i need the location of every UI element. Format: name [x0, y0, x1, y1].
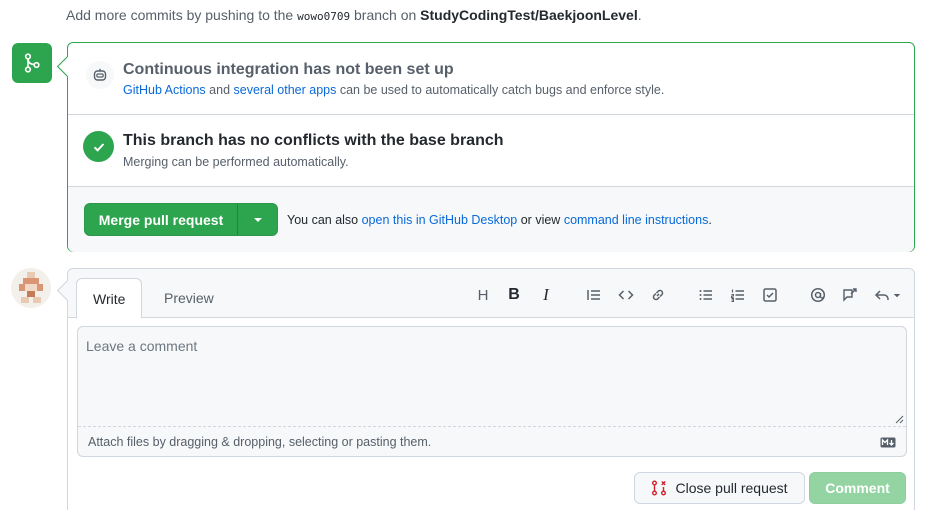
ci-status-row: Continuous integration has not been set …: [68, 43, 914, 115]
link-icon[interactable]: [648, 285, 668, 305]
markdown-icon[interactable]: [880, 435, 896, 451]
task-list-icon[interactable]: [760, 285, 780, 305]
close-pull-request-button[interactable]: Close pull request: [634, 472, 805, 504]
mention-icon[interactable]: [808, 285, 828, 305]
resize-handle-icon[interactable]: [895, 415, 904, 424]
comment-button[interactable]: Comment: [809, 472, 906, 504]
ci-desc-rest: can be used to automatically catch bugs …: [339, 83, 665, 97]
attach-files-hint[interactable]: Attach files by dragging & dropping, sel…: [88, 435, 431, 449]
quote-icon[interactable]: [584, 285, 604, 305]
robot-icon: [86, 61, 114, 89]
ci-and: and: [209, 83, 231, 97]
check-icon: [83, 131, 114, 162]
comment-textarea[interactable]: [78, 327, 906, 426]
avatar[interactable]: [11, 268, 51, 308]
repo-name[interactable]: StudyCodingTest/BaekjoonLevel: [420, 7, 638, 23]
tab-write[interactable]: Write: [76, 278, 143, 319]
numbered-list-icon[interactable]: [728, 285, 748, 305]
close-pull-request-label: Close pull request: [675, 480, 788, 496]
push-hint-suffix: .: [637, 7, 642, 23]
push-hint-middle: branch on: [354, 7, 417, 23]
or-view: or view: [520, 213, 561, 227]
merge-button-group: Merge pull request: [84, 203, 278, 236]
merge-alternatives: You can also open this in GitHub Desktop…: [287, 213, 712, 227]
github-desktop-link[interactable]: open this in GitHub Desktop: [362, 213, 518, 227]
github-actions-link[interactable]: GitHub Actions: [123, 83, 206, 97]
conflicts-description: Merging can be performed automatically.: [123, 155, 349, 169]
push-hint-prefix: Add more commits by pushing to the: [66, 7, 294, 23]
merge-box: Continuous integration has not been set …: [67, 42, 915, 252]
branch-name: wowo0709: [297, 10, 351, 23]
ci-title: Continuous integration has not been set …: [123, 61, 454, 78]
italic-glyph: I: [543, 285, 549, 304]
merge-method-dropdown-button[interactable]: [238, 204, 277, 235]
comment-textarea-area: [78, 327, 906, 427]
italic-icon[interactable]: I: [536, 285, 556, 305]
comment-tabbar: Write Preview H B I: [68, 269, 914, 319]
cross-reference-icon[interactable]: [840, 285, 860, 305]
pull-request-closed-icon: [652, 480, 667, 496]
heading-glyph: H: [477, 286, 489, 304]
caret-down-icon: [253, 217, 262, 222]
code-icon[interactable]: [616, 285, 636, 305]
conflicts-row: This branch has no conflicts with the ba…: [68, 115, 914, 187]
ci-description: GitHub Actions and several other apps ca…: [123, 83, 664, 97]
merge-pull-request-button[interactable]: Merge pull request: [85, 204, 238, 235]
also-suffix: .: [708, 213, 712, 227]
git-merge-icon: [12, 43, 52, 83]
bold-icon[interactable]: B: [504, 285, 524, 305]
also-prefix: You can also: [287, 213, 359, 227]
other-apps-link[interactable]: several other apps: [234, 83, 337, 97]
comment-editor: Attach files by dragging & dropping, sel…: [77, 326, 907, 457]
conflicts-title: This branch has no conflicts with the ba…: [123, 132, 504, 149]
tab-preview[interactable]: Preview: [148, 278, 230, 318]
heading-icon[interactable]: H: [473, 285, 493, 305]
push-hint: Add more commits by pushing to the wowo0…: [66, 7, 642, 23]
merge-action-row: Merge pull request You can also open thi…: [68, 187, 914, 252]
bulleted-list-icon[interactable]: [696, 285, 716, 305]
reply-icon[interactable]: [874, 285, 904, 305]
bold-glyph: B: [508, 286, 520, 303]
command-line-instructions-link[interactable]: command line instructions: [564, 213, 709, 227]
